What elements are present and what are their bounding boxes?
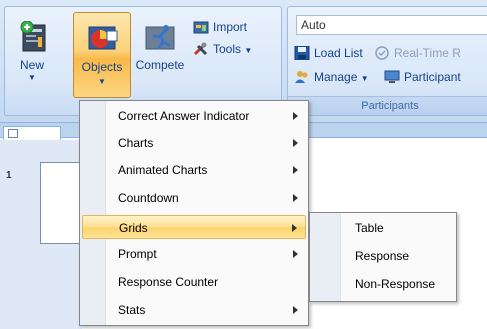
menu-item-response-counter[interactable]: Response Counter <box>82 270 306 294</box>
new-button[interactable]: New ▼ <box>13 15 51 89</box>
menu-item-correct-answer-indicator[interactable]: Correct Answer Indicator <box>82 104 306 128</box>
grids-submenu: Table Response Non-Response <box>309 212 457 302</box>
compete-button-label: Compete <box>135 58 185 72</box>
menu-item-charts[interactable]: Charts <box>82 131 306 155</box>
submenu-arrow-icon <box>293 306 298 314</box>
submenu-item-table[interactable]: Table <box>312 216 454 240</box>
chevron-down-icon: ▼ <box>28 73 36 82</box>
save-disk-icon <box>294 45 310 61</box>
manage-people-icon <box>294 70 310 84</box>
submenu-item-response[interactable]: Response <box>312 244 454 268</box>
submenu-arrow-icon <box>293 112 298 120</box>
submenu-item-label: Response <box>355 249 410 263</box>
menu-item-label: Animated Charts <box>118 163 208 177</box>
objects-icon <box>87 21 119 53</box>
submenu-item-label: Non-Response <box>355 277 436 291</box>
realtime-label: Real-Time R <box>394 46 461 60</box>
load-list-button[interactable]: Load List <box>294 43 363 63</box>
chevron-down-icon: ▼ <box>360 74 369 83</box>
tools-icon <box>193 42 209 56</box>
new-button-label: New <box>19 58 44 72</box>
submenu-arrow-icon <box>293 139 298 147</box>
menu-item-label: Correct Answer Indicator <box>118 109 250 123</box>
menu-item-label: Countdown <box>118 191 179 205</box>
load-list-label: Load List <box>314 46 363 60</box>
participants-group-label: Participants <box>288 96 487 115</box>
submenu-arrow-icon <box>293 250 298 258</box>
tools-label: Tools <box>213 42 242 56</box>
submenu-item-label: Table <box>355 221 384 235</box>
objects-button-label: Objects <box>81 60 123 74</box>
realtime-check-icon <box>374 46 390 60</box>
chevron-down-icon: ▼ <box>98 77 106 86</box>
slide-thumbnail[interactable] <box>40 162 82 244</box>
objects-menu: Correct Answer Indicator Charts Animated… <box>79 100 309 326</box>
participant-label: Participant <box>404 70 461 84</box>
import-icon <box>193 20 209 34</box>
menu-item-countdown[interactable]: Countdown <box>82 186 306 210</box>
import-button[interactable]: Import <box>193 17 247 37</box>
chevron-down-icon: ▼ <box>244 46 253 55</box>
submenu-arrow-icon <box>292 224 297 232</box>
submenu-arrow-icon <box>293 194 298 202</box>
menu-item-prompt[interactable]: Prompt <box>82 242 306 266</box>
manage-label: Manage <box>314 70 358 84</box>
participant-button[interactable]: Participant <box>384 67 461 87</box>
menu-item-label: Stats <box>118 303 146 317</box>
tab-slides[interactable] <box>3 126 61 140</box>
menu-item-grids[interactable]: Grids <box>82 215 306 239</box>
monitor-icon <box>384 70 400 84</box>
menu-item-label: Prompt <box>118 247 157 261</box>
tools-button[interactable]: Tools ▼ <box>193 39 252 59</box>
menu-item-label: Response Counter <box>118 275 219 289</box>
participants-group: Auto Load List Real-Time R Manage ▼ Part… <box>287 6 487 116</box>
menu-item-label: Charts <box>118 136 154 150</box>
menu-item-stats[interactable]: Stats <box>82 298 306 322</box>
compete-runner-icon <box>145 21 177 53</box>
import-label: Import <box>213 20 248 34</box>
slides-icon <box>8 129 18 138</box>
auto-field[interactable]: Auto <box>296 15 487 35</box>
realtime-button[interactable]: Real-Time R <box>374 43 461 63</box>
submenu-item-non-response[interactable]: Non-Response <box>312 272 454 296</box>
objects-button[interactable]: Objects ▼ <box>73 12 131 98</box>
compete-button[interactable]: Compete <box>133 15 187 89</box>
manage-button[interactable]: Manage ▼ <box>294 67 369 87</box>
submenu-arrow-icon <box>293 166 298 174</box>
slide-number: 1 <box>6 170 12 181</box>
menu-item-label: Grids <box>119 221 148 235</box>
menu-item-animated-charts[interactable]: Animated Charts <box>82 158 306 182</box>
new-slide-icon <box>18 20 50 53</box>
